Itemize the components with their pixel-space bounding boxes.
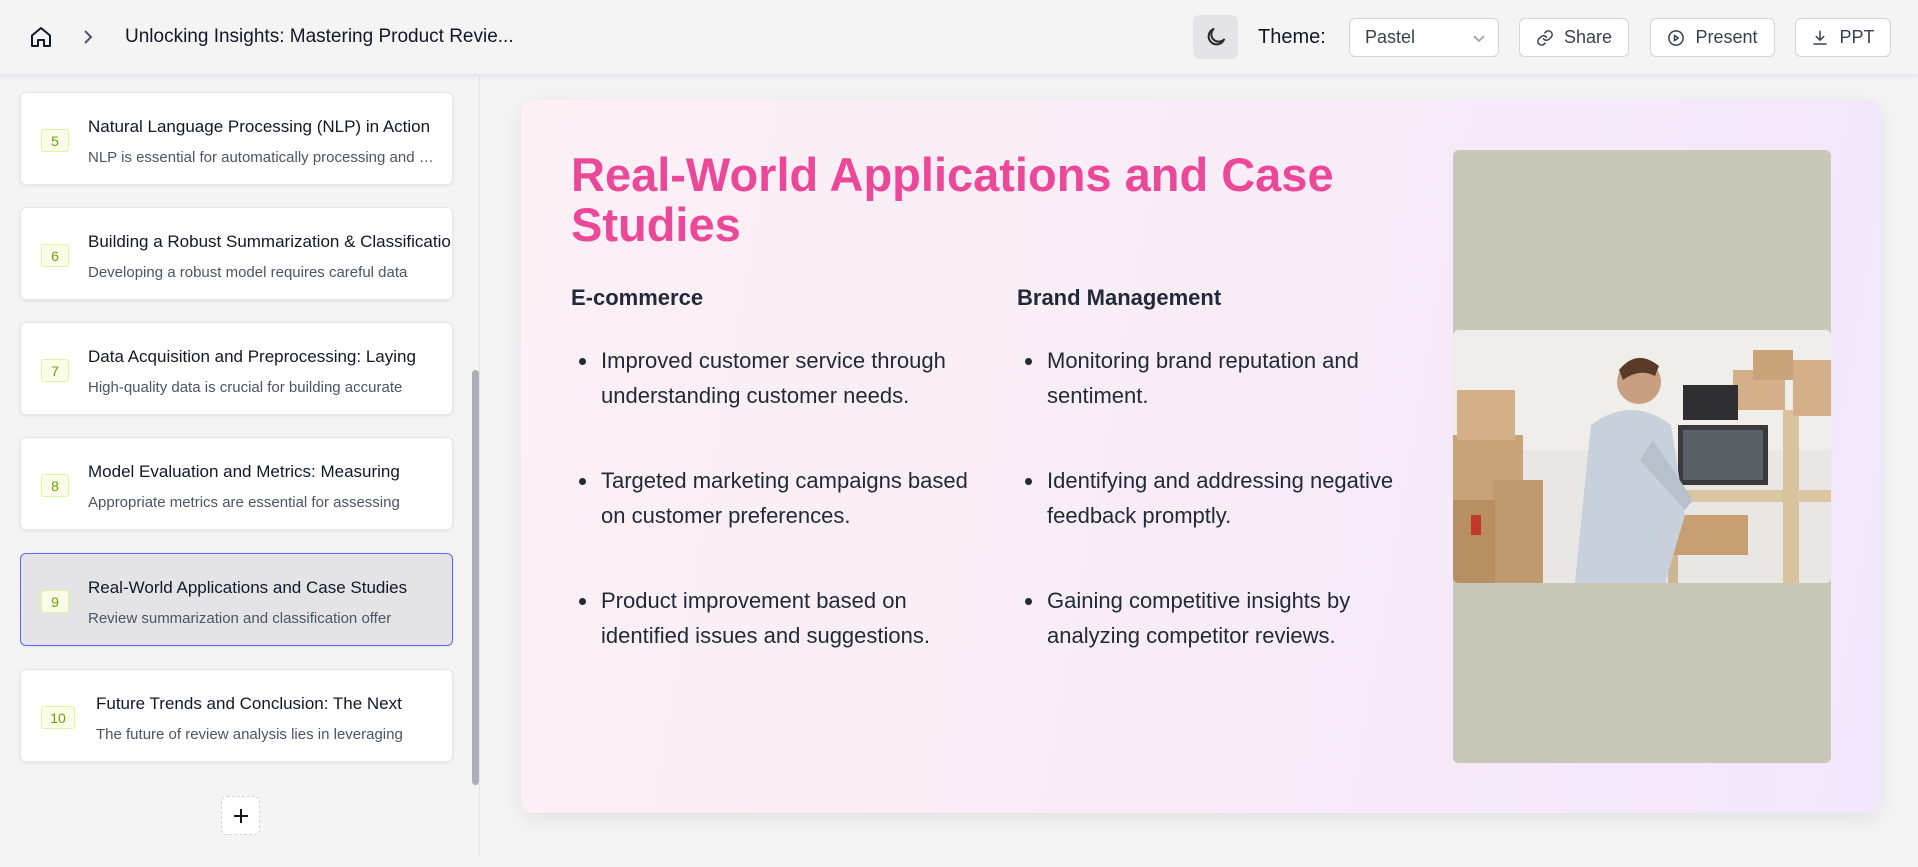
slide-image-panel[interactable] (1453, 150, 1831, 763)
slide-number-badge: 10 (41, 706, 75, 729)
slide-thumbnail-6[interactable]: 6 Building a Robust Summarization & Clas… (20, 207, 453, 300)
breadcrumb-presentation-title[interactable]: Unlocking Insights: Mastering Product Re… (125, 26, 514, 48)
theme-select[interactable]: Pastel (1349, 18, 1499, 57)
slide-thumbnail-7[interactable]: 7 Data Acquisition and Preprocessing: La… (20, 322, 453, 415)
top-bar: Unlocking Insights: Mastering Product Re… (0, 0, 1918, 75)
slide-number-badge: 5 (41, 129, 69, 152)
bullet-item[interactable]: Gaining competitive insights by analyzin… (1017, 583, 1437, 653)
bullet-item[interactable]: Monitoring brand reputation and sentimen… (1017, 343, 1437, 413)
slide-thumbnail-description: Appropriate metrics are essential for as… (88, 494, 400, 511)
slide-canvas: Real-World Applications and Case Studies… (521, 100, 1881, 813)
theme-label: Theme: (1258, 26, 1326, 48)
dark-mode-toggle[interactable] (1193, 15, 1238, 59)
bullet-list-brand-management: Monitoring brand reputation and sentimen… (1017, 343, 1437, 703)
sidebar-scrollbar[interactable] (472, 370, 479, 785)
slide-number-badge: 8 (41, 474, 69, 497)
present-label: Present (1695, 27, 1758, 47)
slide-thumbnail-5[interactable]: 5 Natural Language Processing (NLP) in A… (20, 92, 453, 185)
moon-icon (1207, 28, 1225, 46)
slide-thumbnail-title: Natural Language Processing (NLP) in Act… (88, 117, 431, 136)
present-button[interactable]: Present (1650, 18, 1775, 57)
slide-thumbnail-description: Review summarization and classification … (88, 610, 392, 627)
download-icon (1813, 30, 1828, 45)
slide-thumbnail-title: Future Trends and Conclusion: The Next (96, 694, 402, 713)
add-slide-button[interactable] (221, 796, 260, 835)
chevron-right-icon (78, 27, 98, 47)
plus-icon (233, 808, 248, 823)
bullet-item[interactable]: Identifying and addressing negative feed… (1017, 463, 1437, 533)
column-heading-brand-management[interactable]: Brand Management (1017, 285, 1221, 311)
theme-select-value: Pastel (1365, 27, 1416, 47)
slide-thumbnail-title: Real-World Applications and Case Studies (88, 578, 408, 597)
slide-thumbnail-description: The future of review analysis lies in le… (96, 726, 403, 743)
share-label: Share (1563, 27, 1613, 47)
slide-thumbnail-9[interactable]: 9 Real-World Applications and Case Studi… (20, 553, 453, 646)
chevron-down-icon (1473, 35, 1485, 43)
bullet-item[interactable]: Targeted marketing campaigns based on cu… (571, 463, 991, 533)
slide-number-badge: 7 (41, 359, 69, 382)
slide-thumbnail-description: High-quality data is crucial for buildin… (88, 379, 403, 396)
slide-number-badge: 6 (41, 244, 69, 267)
play-circle-icon (1668, 29, 1685, 46)
share-button[interactable]: Share (1519, 18, 1629, 57)
bullet-item[interactable]: Improved customer service through unders… (571, 343, 991, 413)
home-icon[interactable] (26, 22, 56, 52)
slide-thumbnail-title: Building a Robust Summarization & Classi… (88, 232, 453, 251)
slide-thumbnail-description: NLP is essential for automatically proce… (88, 149, 438, 166)
slide-thumbnail-8[interactable]: 8 Model Evaluation and Metrics: Measurin… (20, 437, 453, 530)
ppt-label: PPT (1839, 27, 1875, 47)
download-ppt-button[interactable]: PPT (1795, 18, 1891, 57)
photo-man-packing-boxes (1453, 330, 1831, 583)
slide-thumbnail-title: Data Acquisition and Preprocessing: Layi… (88, 347, 416, 366)
column-heading-ecommerce[interactable]: E-commerce (571, 285, 703, 311)
slide-thumbnail-description: Developing a robust model requires caref… (88, 264, 408, 281)
slide-thumbnail-10[interactable]: 10 Future Trends and Conclusion: The Nex… (20, 669, 453, 762)
slide-thumbnail-title: Model Evaluation and Metrics: Measuring (88, 462, 400, 481)
link-icon (1537, 29, 1553, 46)
slide-number-badge: 9 (41, 590, 69, 613)
slide-title[interactable]: Real-World Applications and Case Studies (571, 150, 1371, 250)
bullet-list-ecommerce: Improved customer service through unders… (571, 343, 991, 703)
bullet-item[interactable]: Product improvement based on identified … (571, 583, 991, 653)
slide-list-sidebar: 5 Natural Language Processing (NLP) in A… (0, 75, 480, 855)
